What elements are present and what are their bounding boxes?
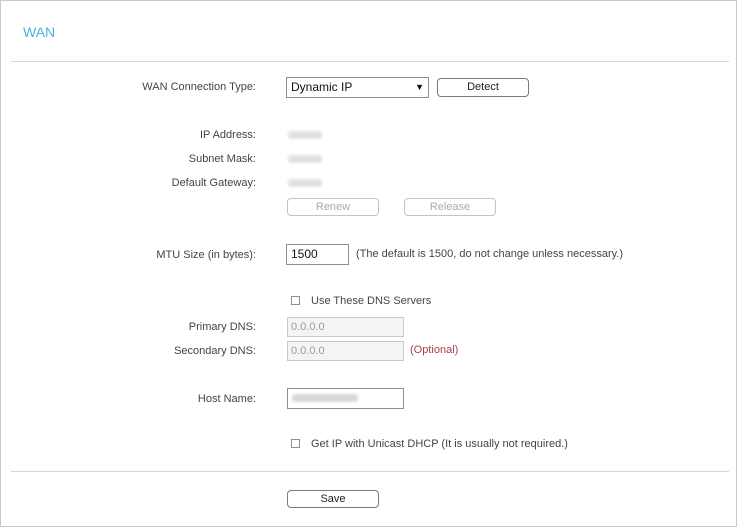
- subnet-mask-value: [288, 155, 322, 163]
- page-title: WAN: [23, 24, 56, 40]
- detect-button[interactable]: Detect: [437, 78, 529, 97]
- unicast-dhcp-checkbox[interactable]: [291, 439, 300, 448]
- save-button[interactable]: Save: [287, 490, 379, 508]
- use-dns-label: Use These DNS Servers: [311, 295, 432, 307]
- primary-dns-label: Primary DNS:: [188, 321, 256, 333]
- host-name-label: Host Name:: [197, 393, 256, 405]
- mtu-value: 1500: [291, 247, 318, 261]
- connection-type-select[interactable]: Dynamic IP ▼: [286, 77, 429, 98]
- release-button[interactable]: Release: [404, 198, 496, 216]
- divider: [11, 471, 729, 472]
- mtu-label: MTU Size (in bytes):: [156, 249, 256, 261]
- dropdown-arrow-icon: ▼: [415, 82, 424, 92]
- primary-dns-input[interactable]: 0.0.0.0: [287, 317, 404, 337]
- connection-type-label: WAN Connection Type:: [142, 81, 256, 93]
- ip-address-label: IP Address:: [199, 129, 256, 141]
- optional-hint: (Optional): [410, 344, 459, 356]
- wan-settings-panel: WAN WAN Connection Type: Dynamic IP ▼ De…: [0, 0, 737, 527]
- divider: [11, 61, 729, 62]
- host-name-value: [292, 394, 358, 402]
- mtu-note: (The default is 1500, do not change unle…: [356, 248, 624, 260]
- secondary-dns-label: Secondary DNS:: [174, 345, 256, 357]
- mtu-input[interactable]: 1500: [286, 244, 349, 265]
- unicast-dhcp-label: Get IP with Unicast DHCP (It is usually …: [311, 438, 568, 450]
- host-name-input[interactable]: [287, 388, 404, 409]
- secondary-dns-value: 0.0.0.0: [291, 345, 325, 357]
- use-dns-checkbox[interactable]: [291, 296, 300, 305]
- connection-type-value: Dynamic IP: [291, 80, 353, 94]
- default-gateway-label: Default Gateway:: [171, 177, 256, 189]
- ip-address-value: [288, 131, 322, 139]
- subnet-mask-label: Subnet Mask:: [188, 153, 256, 165]
- secondary-dns-input[interactable]: 0.0.0.0: [287, 341, 404, 361]
- default-gateway-value: [288, 179, 322, 187]
- primary-dns-value: 0.0.0.0: [291, 321, 325, 333]
- renew-button[interactable]: Renew: [287, 198, 379, 216]
